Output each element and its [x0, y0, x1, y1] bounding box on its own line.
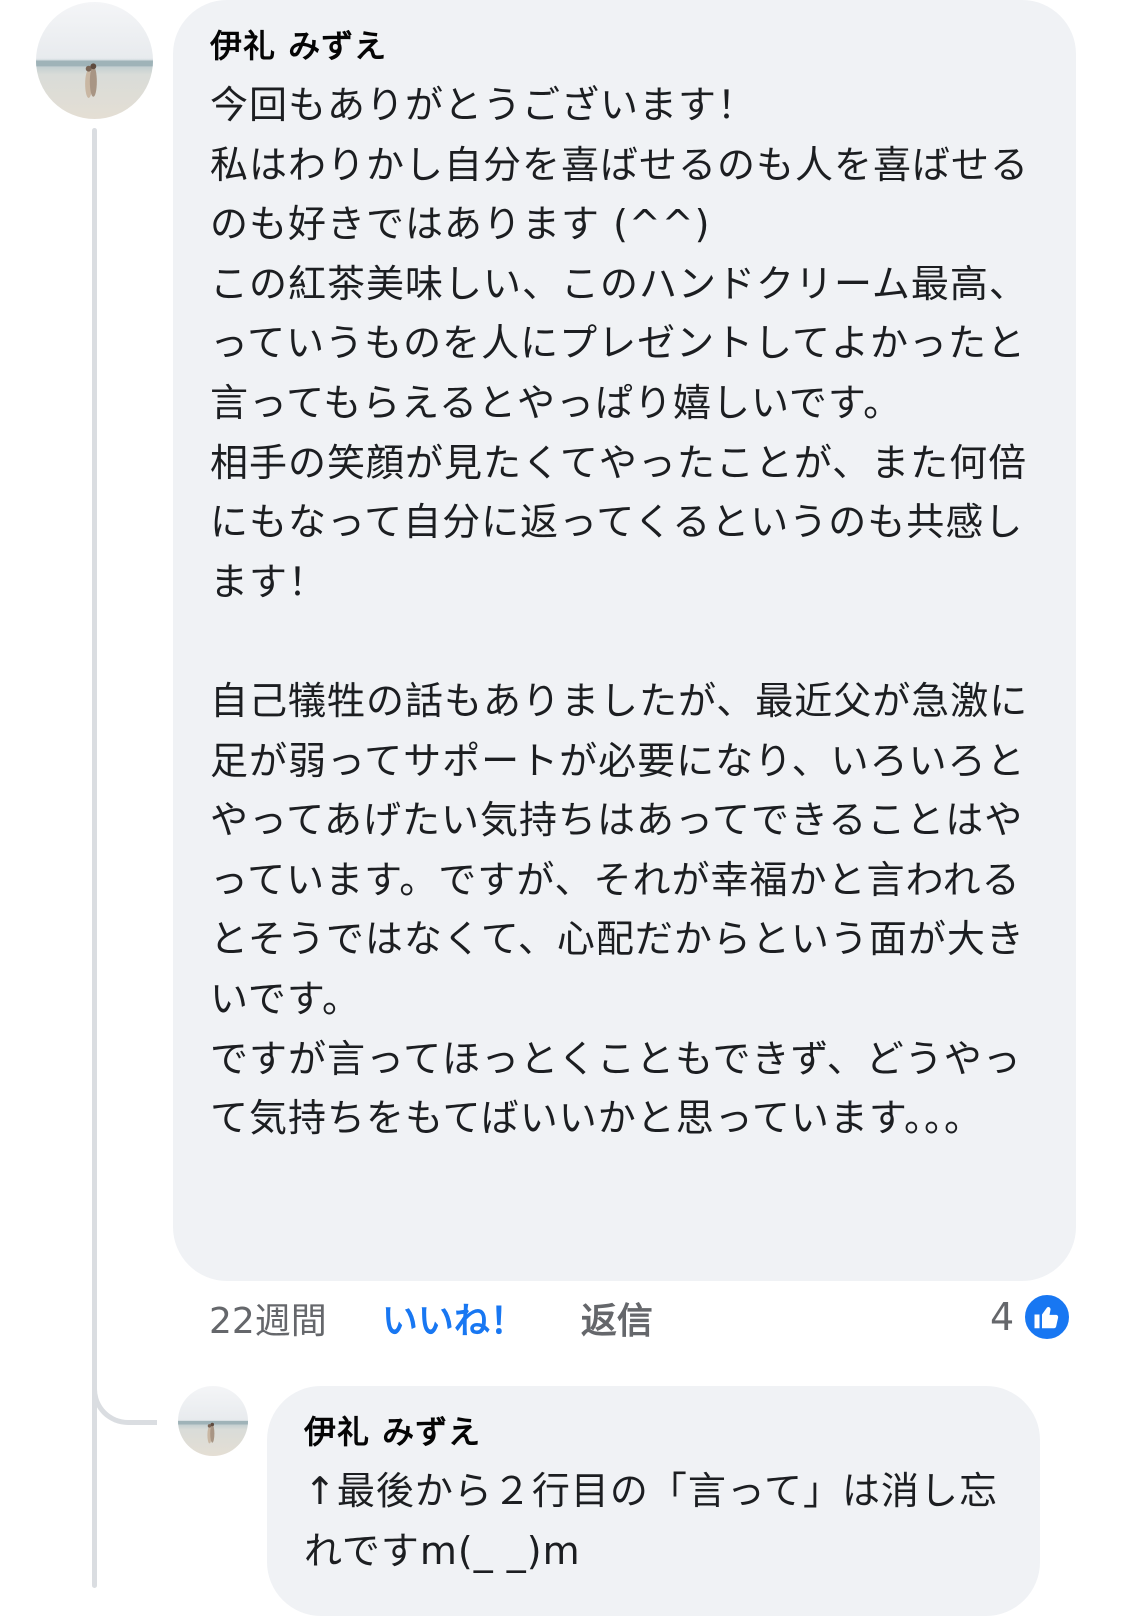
comment-actions: 22週間 いいね！ 返信	[209, 1293, 653, 1343]
thumbs-up-icon	[1022, 1292, 1073, 1342]
reply-author-name[interactable]: 伊礼 みずえ	[304, 1406, 1010, 1458]
paragraph-break	[210, 612, 1046, 672]
comment-paragraph: ですが言ってほっとくこともできず、どうやって気持ちをもてばいいかと思っています。…	[210, 1036, 1022, 1141]
reply-button[interactable]: 返信	[581, 1292, 653, 1344]
reaction-summary[interactable]: 4	[990, 1291, 1073, 1343]
comment-paragraph: 私はわりかし自分を喜ばせるのも人を喜ばせるのも好きではあります (^^)	[210, 142, 1030, 247]
comment-paragraph: この紅茶美味しい、このハンドクリーム最高、っていうものを人にプレゼントしてよかっ…	[210, 261, 1028, 425]
avatar[interactable]	[36, 2, 153, 119]
comment-paragraph: 相手の笑顔が見たくてやったことが、また何倍にもなって自分に返ってくるというのも共…	[210, 440, 1028, 604]
reply-bubble: 伊礼 みずえ ↑最後から２行目の「言って」は消し忘れですm(_ _)m	[267, 1386, 1040, 1616]
avatar-photo	[36, 2, 153, 119]
comment-paragraph: 自己犠牲の話もありましたが、最近父が急激に足が弱ってサポートが必要になり、いろい…	[210, 678, 1029, 1021]
comment-timestamp[interactable]: 22週間	[209, 1292, 327, 1344]
comment-paragraph: 今回もありがとうございます！	[210, 83, 757, 127]
comment-bubble: 伊礼 みずえ 今回もありがとうございます！ 私はわりかし自分を喜ばせるのも人を喜…	[173, 0, 1076, 1281]
thread-branch-curve	[92, 1330, 157, 1425]
comment-author-name[interactable]: 伊礼 みずえ	[210, 20, 1046, 72]
reply-body: ↑最後から２行目の「言って」は消し忘れですm(_ _)m	[304, 1469, 998, 1573]
reaction-count: 4	[990, 1295, 1015, 1339]
thumbs-up-glyph	[1034, 1306, 1059, 1329]
avatar[interactable]	[178, 1386, 248, 1456]
avatar-photo	[178, 1386, 248, 1456]
like-button[interactable]: いいね！	[382, 1292, 526, 1344]
comment-body: 今回もありがとうございます！ 私はわりかし自分を喜ばせるのも人を喜ばせるのも好き…	[210, 76, 1046, 1149]
